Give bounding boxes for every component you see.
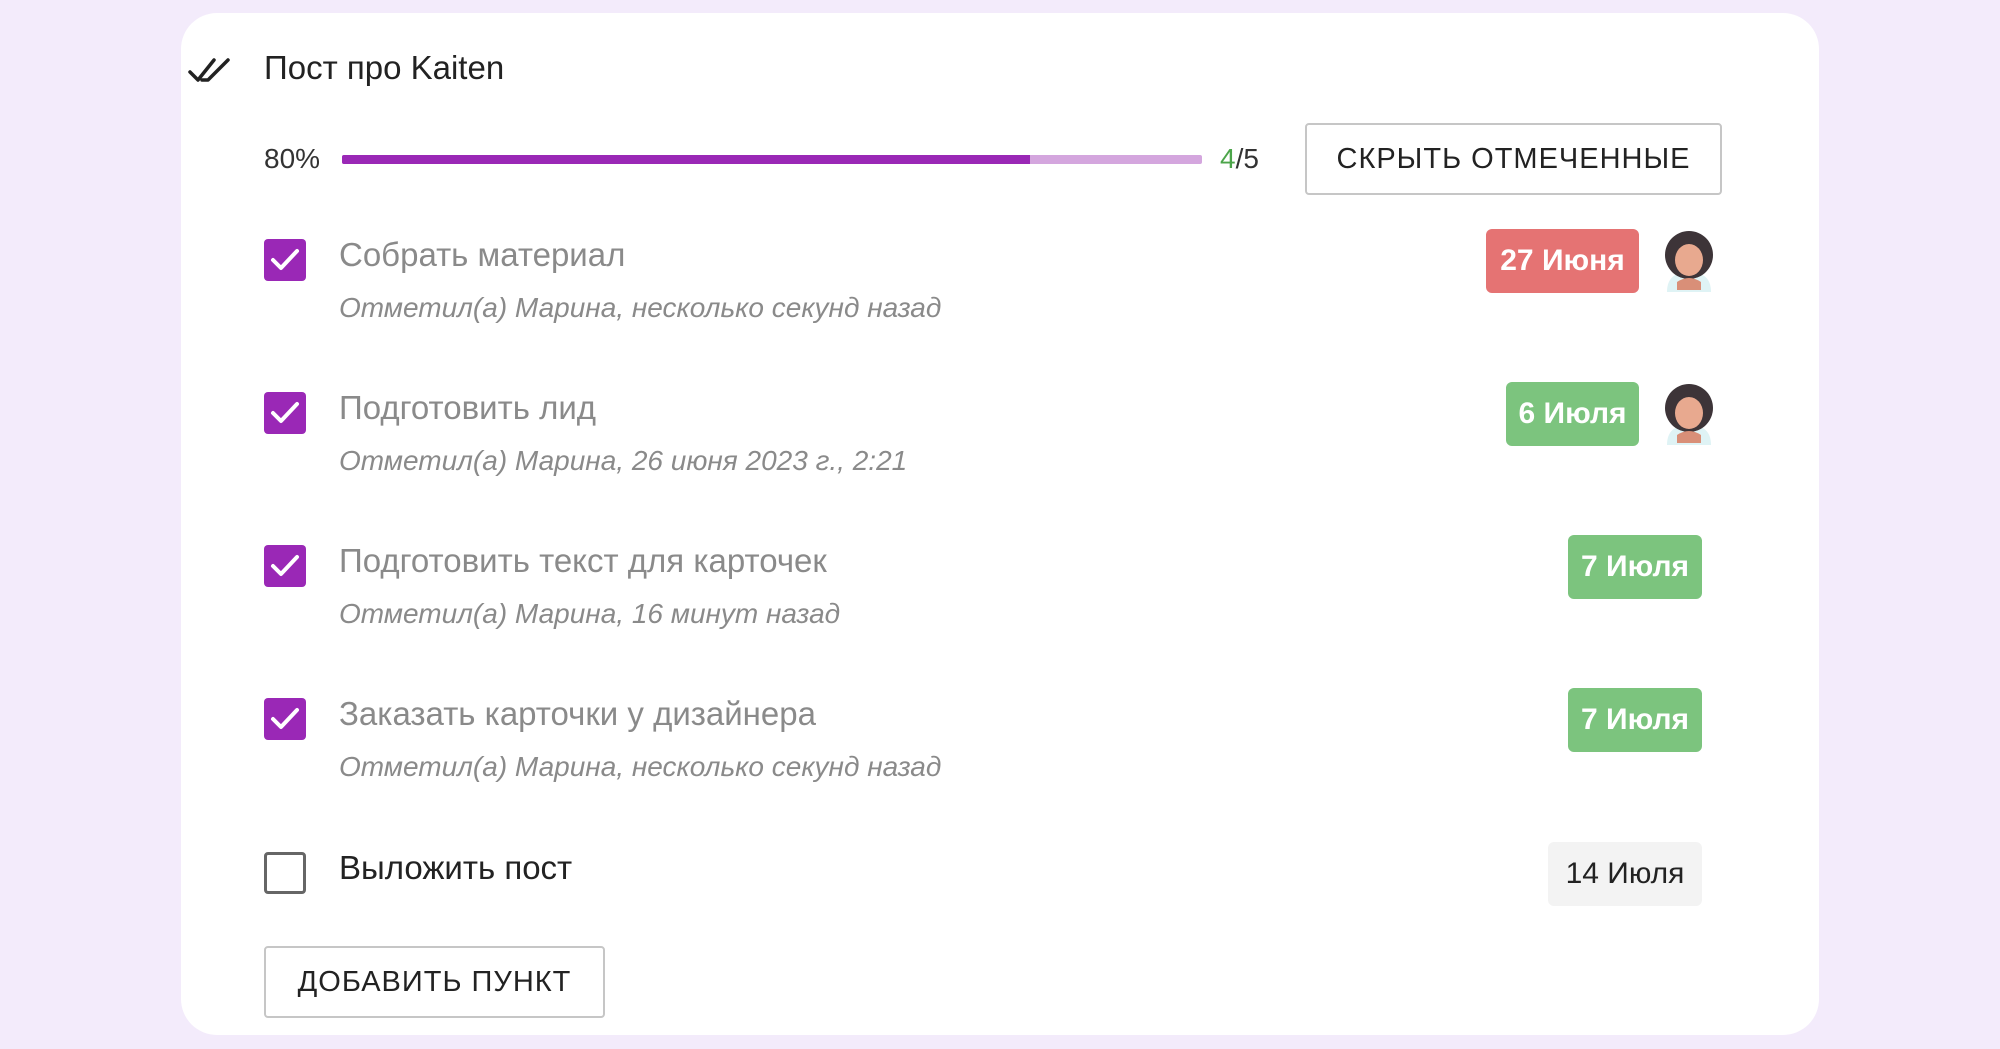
due-date-chip[interactable]: 7 Июля [1568,688,1702,752]
progress-percent: 80% [264,143,321,174]
checklist-title[interactable]: Пост про Kaiten [264,48,504,88]
due-date-chip[interactable]: 6 Июля [1506,382,1639,446]
progress-bar [342,155,1202,164]
checklist-item: Собрать материал Отметил(а) Марина, неско… [0,229,2000,349]
checked-by-info: Отметил(а) Марина, 26 июня 2023 г., 2:21 [339,445,908,476]
progress-count: 4/5 [1220,142,1259,176]
checklist-item: Заказать карточки у дизайнера Отметил(а) … [0,688,2000,808]
progress-total-count: 5 [1243,143,1259,174]
checked-by-info: Отметил(а) Марина, несколько секунд наза… [339,751,942,782]
checked-by-info: Отметил(а) Марина, несколько секунд наза… [339,292,942,323]
checkmark-icon [271,402,299,423]
progress-done-count: 4 [1220,143,1236,174]
checkbox-checked[interactable] [264,698,306,740]
checklist-item: Подготовить текст для карточек Отметил(а)… [0,535,2000,655]
checked-by-info: Отметил(а) Марина, 16 минут назад [339,598,841,629]
due-date-chip[interactable]: 7 Июля [1568,535,1702,599]
checklist-item: Подготовить лид Отметил(а) Марина, 26 июн… [0,382,2000,502]
double-check-icon [188,58,230,82]
checklist-item-text[interactable]: Подготовить текст для карточек [339,541,827,581]
checklist-item-text[interactable]: Подготовить лид [339,388,596,428]
checklist-item: Выложить пост 14 Июля [0,842,2000,962]
progress-bar-fill [342,155,1030,164]
add-item-button[interactable]: ДОБАВИТЬ ПУНКТ [264,946,605,1018]
assignee-avatar[interactable] [1661,383,1717,447]
assignee-avatar[interactable] [1661,230,1717,294]
checklist-item-text[interactable]: Собрать материал [339,235,625,275]
checkbox-checked[interactable] [264,545,306,587]
checkbox-checked[interactable] [264,239,306,281]
checklist-item-text[interactable]: Заказать карточки у дизайнера [339,694,816,734]
checkmark-icon [271,555,299,576]
checklist-item-text[interactable]: Выложить пост [339,848,572,888]
due-date-chip[interactable]: 14 Июля [1548,842,1702,906]
checkbox-unchecked[interactable] [264,852,306,894]
checkbox-checked[interactable] [264,392,306,434]
hide-checked-button[interactable]: СКРЫТЬ ОТМЕЧЕННЫЕ [1305,123,1722,195]
due-date-chip[interactable]: 27 Июня [1486,229,1639,293]
checkmark-icon [271,249,299,270]
checkmark-icon [271,708,299,729]
